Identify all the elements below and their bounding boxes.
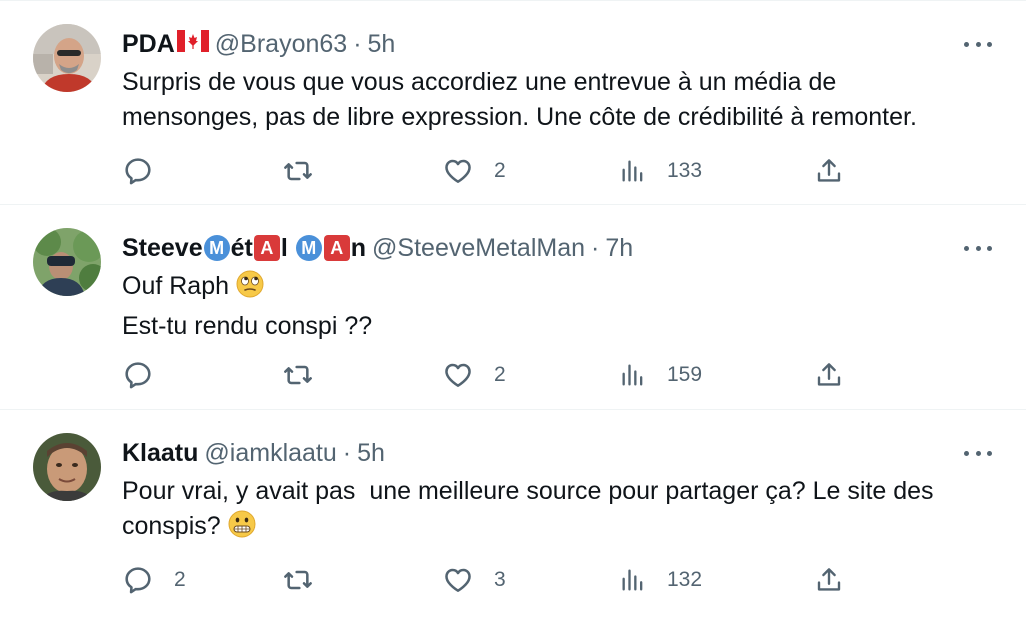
share-button[interactable]	[814, 355, 844, 395]
like-count: 3	[494, 568, 506, 591]
display-name[interactable]: PDA	[122, 28, 209, 60]
action-bar: 2 3 132	[122, 560, 852, 600]
tweet-text-line: Est-tu rendu conspi ??	[122, 312, 373, 340]
share-button[interactable]	[814, 151, 844, 191]
user-handle[interactable]: @iamklaatu	[204, 437, 336, 469]
share-icon	[817, 363, 841, 386]
retweet-button[interactable]	[282, 560, 334, 600]
retweet-button[interactable]	[282, 151, 334, 191]
heart-icon	[445, 363, 471, 387]
more-options-icon[interactable]	[964, 443, 992, 463]
tweet-text-line: mensonges, pas de libre expression. Une …	[122, 103, 917, 131]
views-count: 132	[667, 568, 703, 591]
reply-button[interactable]: 2	[122, 560, 186, 600]
timestamp[interactable]: 7h	[605, 232, 633, 264]
reply-count: 2	[174, 568, 186, 591]
like-button[interactable]: 3	[442, 560, 506, 600]
tweet-text-line: Surpris de vous que vous accordiez une e…	[122, 68, 837, 96]
reply-icon	[125, 362, 151, 389]
tweet[interactable]: Steeve M ét A l M A n @SteeveMetalMan · …	[0, 205, 1026, 410]
reply-feed: PDA @Brayon63 · 5h Surpris de vous que v…	[0, 0, 1026, 618]
share-button[interactable]	[814, 560, 844, 600]
letter-m-badge-icon: M	[203, 235, 230, 261]
action-bar: 2 133	[122, 151, 852, 191]
display-name-text: PDA	[122, 30, 175, 58]
views-count: 133	[667, 159, 703, 182]
like-button[interactable]: 2	[442, 151, 506, 191]
grimacing-face-emoji-icon	[227, 509, 257, 549]
letter-m-badge-icon: M	[295, 235, 322, 261]
views-button[interactable]: 133	[619, 151, 702, 191]
like-count: 2	[494, 363, 506, 386]
tweet-header: Steeve M ét A l M A n @SteeveMetalMan · …	[122, 232, 633, 264]
views-count: 159	[667, 363, 703, 386]
separator-dot: ·	[591, 234, 600, 262]
tweet-header: Klaatu @iamklaatu · 5h	[122, 437, 385, 469]
tweet-text-line: Ouf Raph	[122, 269, 992, 309]
separator-dot: ·	[342, 439, 352, 467]
tweet-text-line: Pour vrai, y avait pas une meilleure sou…	[122, 477, 934, 505]
display-name[interactable]: Steeve M ét A l M A n	[122, 232, 366, 264]
views-icon	[622, 160, 643, 182]
display-name-part: l	[280, 234, 295, 262]
timestamp[interactable]: 5h	[357, 437, 385, 469]
more-options-icon[interactable]	[964, 34, 992, 54]
tweet-text-span: conspis?	[122, 512, 221, 540]
letter-a-badge-icon: A	[253, 235, 280, 261]
user-handle[interactable]: @SteeveMetalMan	[372, 232, 585, 264]
reply-icon	[125, 158, 151, 185]
reply-button[interactable]	[122, 151, 174, 191]
canada-flag-icon	[176, 28, 209, 60]
retweet-button[interactable]	[282, 355, 334, 395]
separator-dot: ·	[353, 30, 362, 58]
share-icon	[817, 568, 841, 591]
views-button[interactable]: 132	[619, 560, 702, 600]
tweet-text: Surpris de vous que vous accordiez une e…	[122, 65, 992, 135]
display-name[interactable]: Klaatu	[122, 437, 198, 469]
tweet[interactable]: PDA @Brayon63 · 5h Surpris de vous que v…	[0, 0, 1026, 205]
reply-button[interactable]	[122, 355, 174, 395]
tweet-text-span: Ouf Raph	[122, 272, 230, 300]
letter-a-badge-icon: A	[323, 235, 350, 261]
reply-icon	[125, 567, 151, 594]
heart-icon	[445, 159, 471, 183]
heart-icon	[445, 568, 471, 592]
action-bar: 2 159	[122, 355, 852, 395]
display-name-part: n	[350, 234, 367, 262]
tweet-text-line: conspis?	[122, 509, 992, 549]
timestamp[interactable]: 5h	[368, 28, 396, 60]
like-button[interactable]: 2	[442, 355, 506, 395]
views-icon	[622, 569, 643, 591]
retweet-icon	[284, 365, 312, 385]
share-icon	[817, 159, 841, 182]
tweet-text: Ouf Raph Est-tu rendu conspi ??	[122, 269, 992, 344]
user-handle[interactable]: @Brayon63	[215, 28, 347, 60]
display-name-part: ét	[230, 234, 253, 262]
avatar[interactable]	[33, 24, 101, 92]
tweet[interactable]: Klaatu @iamklaatu · 5h Pour vrai, y avai…	[0, 410, 1026, 618]
like-count: 2	[494, 159, 506, 182]
more-options-icon[interactable]	[964, 238, 992, 258]
avatar[interactable]	[33, 228, 101, 296]
views-icon	[622, 364, 643, 386]
rolling-eyes-emoji-icon	[235, 269, 265, 309]
display-name-part: Steeve	[122, 234, 203, 262]
tweet-header: PDA @Brayon63 · 5h	[122, 28, 395, 60]
retweet-icon	[284, 570, 312, 590]
retweet-icon	[284, 161, 312, 181]
tweet-text: Pour vrai, y avait pas une meilleure sou…	[122, 474, 992, 549]
avatar[interactable]	[33, 433, 101, 501]
views-button[interactable]: 159	[619, 355, 702, 395]
